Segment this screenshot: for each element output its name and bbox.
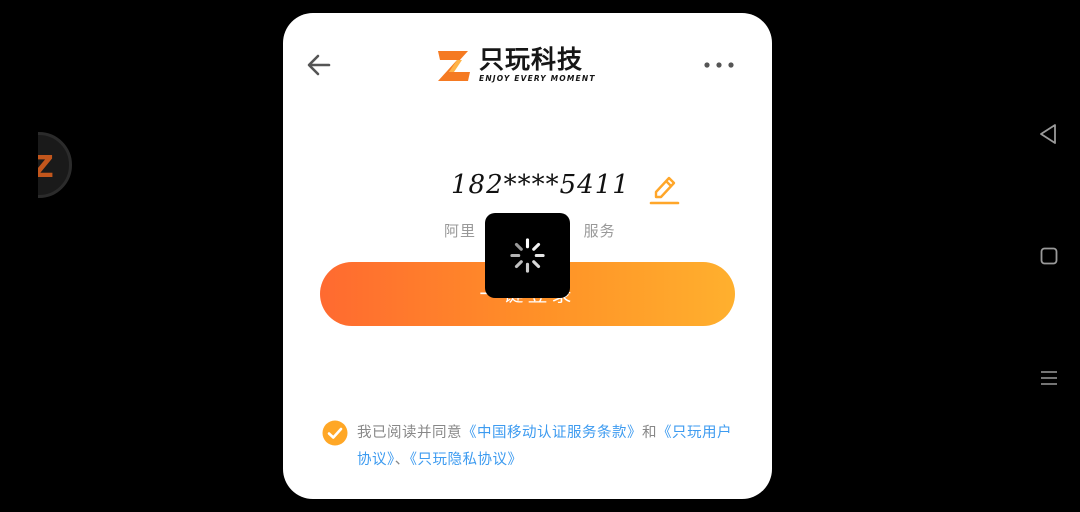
- z-logo-icon: Z: [38, 150, 54, 185]
- masked-phone-number: 182****5411: [451, 170, 630, 200]
- loading-overlay: [485, 213, 570, 298]
- app-logo: 只玩科技 ENJOY EVERY MOMENT: [435, 46, 605, 86]
- service-text-right: 服务: [583, 222, 616, 240]
- cmcc-terms-link[interactable]: 《中国移动认证服务条款》: [462, 425, 642, 441]
- spinner-icon: [510, 238, 545, 273]
- privacy-policy-link[interactable]: 《只玩隐私协议》: [410, 452, 523, 468]
- logo-subtitle: ENJOY EVERY MOMENT: [479, 74, 596, 83]
- nav-back-triangle-icon[interactable]: [1038, 123, 1058, 145]
- more-horizontal-icon[interactable]: [701, 56, 737, 74]
- pencil-icon[interactable]: [648, 173, 680, 207]
- logo-title: 只玩科技: [479, 45, 584, 74]
- nav-menu-lines-icon[interactable]: [1040, 369, 1058, 387]
- login-dialog: 只玩科技 ENJOY EVERY MOMENT 182****5411 阿里 服…: [283, 13, 772, 499]
- nav-home-square-icon[interactable]: [1040, 247, 1058, 265]
- arrow-left-icon[interactable]: [305, 53, 333, 77]
- agreement-and: 和: [642, 425, 657, 441]
- service-text-left: 阿里: [444, 222, 477, 240]
- z-logo-icon: [438, 51, 470, 81]
- agreement-separator: 、: [394, 452, 410, 468]
- agreement-prefix: 我已阅读并同意: [357, 425, 462, 441]
- agreement-checkbox[interactable]: [322, 420, 348, 446]
- agreement-text: 我已阅读并同意《中国移动认证服务条款》和《只玩用户协议》、《只玩隐私协议》: [357, 420, 737, 474]
- floating-app-bubble[interactable]: Z: [38, 132, 72, 198]
